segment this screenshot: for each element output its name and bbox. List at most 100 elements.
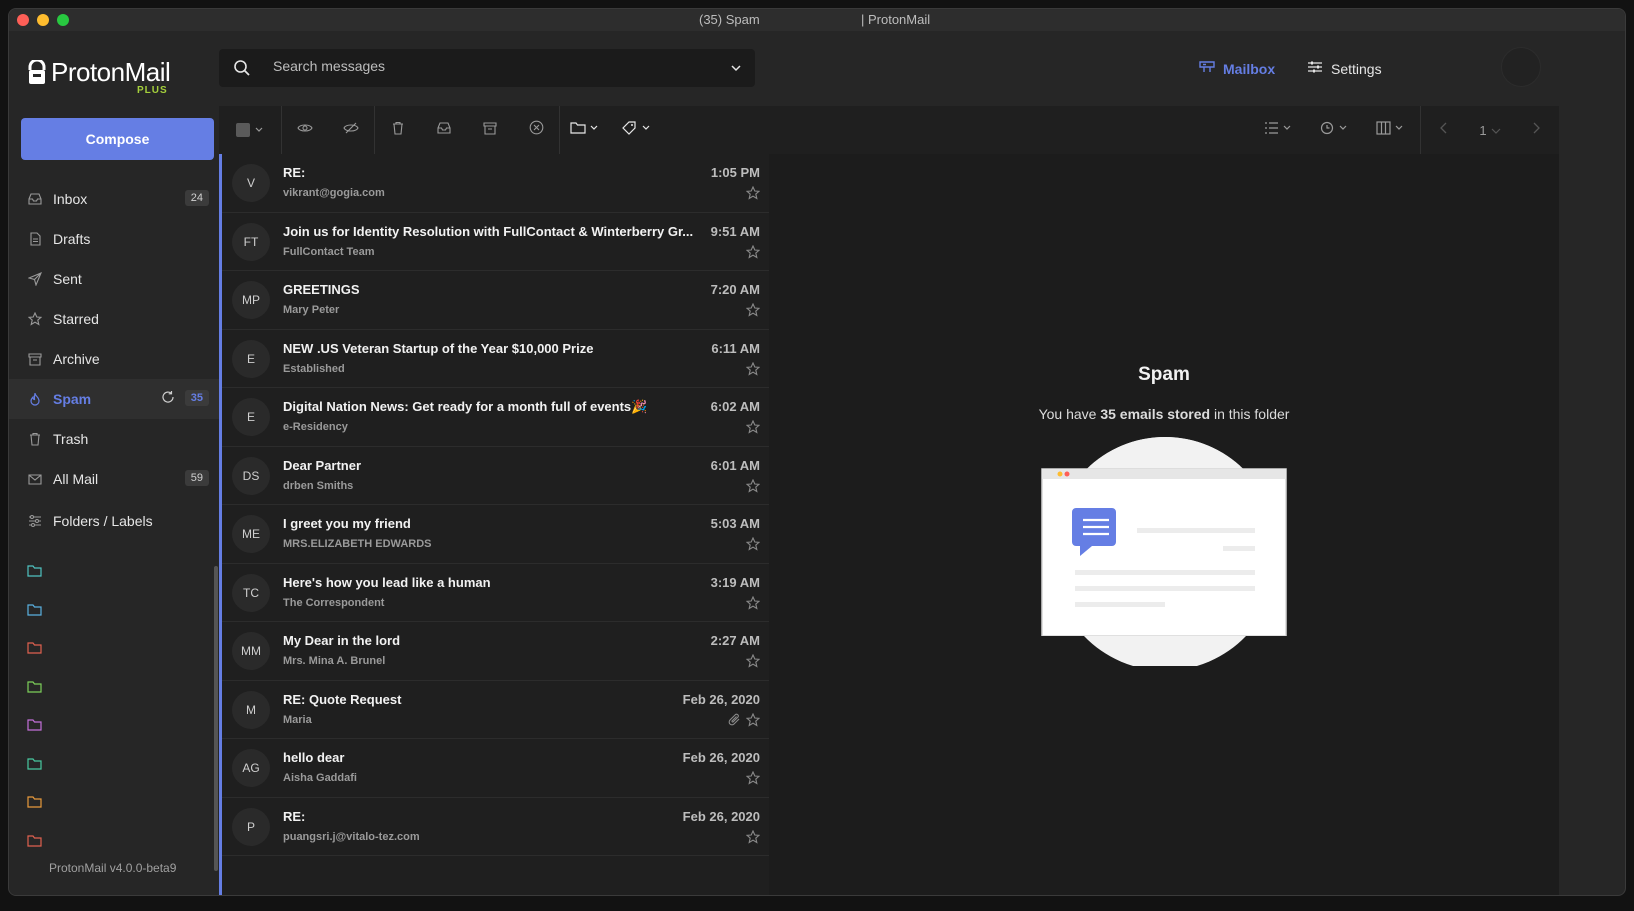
sidebar-folder-item[interactable] — [27, 631, 42, 670]
message-row[interactable]: E NEW .US Veteran Startup of the Year $10… — [222, 330, 769, 388]
sidebar-item-spam[interactable]: Spam 35 — [9, 379, 227, 419]
message-row[interactable]: TC Here's how you lead like a human The Co… — [222, 564, 769, 622]
message-row[interactable]: AG hello dear Aisha Gaddafi Feb 26, 2020 — [222, 739, 769, 798]
sidebar-item-drafts[interactable]: Drafts — [9, 219, 227, 259]
sidebar-item-starred[interactable]: Starred — [9, 299, 227, 339]
message-sender: FullContact Team — [283, 245, 375, 258]
apply-label-dropdown[interactable] — [612, 106, 664, 154]
chevron-left-icon — [1439, 121, 1449, 139]
sender-avatar[interactable]: E — [232, 398, 270, 436]
archive-icon — [483, 121, 497, 140]
star-icon[interactable] — [745, 478, 761, 498]
sidebar-folder-item[interactable] — [27, 670, 42, 709]
star-icon[interactable] — [745, 419, 761, 439]
sidebar-item-trash[interactable]: Trash — [9, 419, 227, 459]
select-all-checkbox[interactable] — [219, 106, 281, 154]
message-row[interactable]: V RE: vikrant@gogia.com 1:05 PM — [222, 154, 769, 213]
sender-avatar[interactable]: ME — [232, 515, 270, 553]
star-icon[interactable] — [745, 829, 761, 849]
star-icon[interactable] — [745, 185, 761, 205]
search-icon[interactable] — [233, 59, 251, 82]
sidebar-item-sent[interactable]: Sent — [9, 259, 227, 299]
star-icon[interactable] — [745, 244, 761, 264]
page-select-dropdown[interactable]: 1 — [1467, 106, 1513, 154]
message-row[interactable]: MM My Dear in the lord Mrs. Mina A. Brunel… — [222, 622, 769, 681]
sort-dropdown[interactable] — [1308, 106, 1364, 154]
desc-suffix: in this folder — [1210, 406, 1290, 422]
message-row[interactable]: M RE: Quote Request Maria Feb 26, 2020 — [222, 681, 769, 739]
filter-dropdown[interactable] — [1252, 106, 1308, 154]
message-row[interactable]: ME I greet you my friend MRS.ELIZABETH EDW… — [222, 505, 769, 564]
star-icon[interactable] — [745, 770, 761, 790]
move-to-inbox-button[interactable] — [421, 106, 467, 154]
refresh-icon[interactable] — [161, 390, 175, 407]
message-subject: Digital Nation News: Get ready for a mon… — [283, 399, 648, 414]
drafts-icon — [27, 231, 43, 247]
sidebar-item-label: Trash — [53, 431, 89, 447]
layout-dropdown[interactable] — [1364, 106, 1420, 154]
settings-tab[interactable]: Settings — [1307, 60, 1382, 77]
star-icon[interactable] — [745, 712, 761, 732]
search-input[interactable] — [273, 58, 713, 74]
star-icon[interactable] — [745, 302, 761, 322]
star-icon[interactable] — [745, 361, 761, 381]
message-time: 3:19 AM — [710, 574, 760, 590]
sender-avatar[interactable]: MM — [232, 632, 270, 670]
message-row[interactable]: E Digital Nation News: Get ready for a mo… — [222, 388, 769, 447]
message-row[interactable]: DS Dear Partner drben Smiths 6:01 AM — [222, 447, 769, 505]
delete-permanently-button[interactable] — [513, 106, 559, 154]
message-row[interactable]: P RE: puangsri.j@vitalo-tez.com Feb 26, 202… — [222, 798, 769, 856]
move-to-folder-dropdown[interactable] — [560, 106, 612, 154]
sidebar-folder-item[interactable] — [27, 593, 42, 632]
sender-avatar[interactable]: MP — [232, 281, 270, 319]
move-to-trash-button[interactable] — [375, 106, 421, 154]
sidebar-item-inbox[interactable]: Inbox 24 — [9, 179, 227, 219]
search-bar[interactable] — [219, 49, 755, 87]
star-icon[interactable] — [745, 536, 761, 556]
sender-avatar[interactable]: E — [232, 339, 270, 378]
user-avatar[interactable] — [1501, 47, 1541, 87]
sidebar-scrollbar[interactable] — [214, 566, 218, 871]
message-time: 2:27 AM — [710, 633, 760, 648]
folders-labels-link[interactable]: Folders / Labels — [27, 513, 153, 529]
sender-avatar[interactable]: V — [232, 164, 270, 202]
spam-icon — [27, 391, 43, 407]
sidebar-folder-item[interactable] — [27, 554, 42, 593]
move-to-archive-button[interactable] — [467, 106, 513, 154]
next-page-button[interactable] — [1513, 106, 1559, 154]
protonmail-logo[interactable]: ProtonMail — [27, 57, 171, 88]
chevron-down-icon[interactable] — [729, 61, 743, 80]
sender-avatar[interactable]: FT — [232, 222, 270, 261]
sidebar-item-all-mail[interactable]: All Mail 59 — [9, 459, 227, 499]
sidebar-folder-item[interactable] — [27, 824, 42, 863]
star-icon[interactable] — [745, 595, 761, 615]
desktop-background: (35) Spam | ProtonMail ProtonMail PLUS C… — [0, 0, 1634, 911]
message-row[interactable]: FT Join us for Identity Resolution with F… — [222, 213, 769, 271]
previous-page-button[interactable] — [1421, 106, 1467, 154]
sender-avatar[interactable]: DS — [232, 456, 270, 495]
sidebar-item-label: Sent — [53, 271, 82, 287]
all-mail-icon — [27, 471, 43, 487]
folder-icon — [27, 757, 42, 775]
clock-sort-icon — [1320, 121, 1352, 140]
mailbox-tab[interactable]: Mailbox — [1199, 60, 1275, 77]
desc-prefix: You have — [1038, 406, 1101, 422]
sender-avatar[interactable]: M — [232, 690, 270, 729]
sidebar-folder-item[interactable] — [27, 747, 42, 786]
mark-read-button[interactable] — [282, 106, 328, 154]
sidebar-folder-item[interactable] — [27, 785, 42, 824]
sender-avatar[interactable]: AG — [232, 749, 270, 787]
minimize-window-button[interactable] — [37, 14, 49, 26]
sender-avatar[interactable]: P — [232, 807, 270, 846]
toolbar-right: 1 — [1252, 106, 1559, 154]
sidebar-folder-item[interactable] — [27, 708, 42, 747]
maximize-window-button[interactable] — [57, 14, 69, 26]
mark-unread-button[interactable] — [328, 106, 374, 154]
sidebar-item-archive[interactable]: Archive — [9, 339, 227, 379]
star-icon[interactable] — [745, 653, 761, 673]
message-row[interactable]: MP GREETINGS Mary Peter 7:20 AM — [222, 271, 769, 330]
sender-avatar[interactable]: TC — [232, 573, 270, 612]
close-window-button[interactable] — [17, 14, 29, 26]
compose-button[interactable]: Compose — [21, 118, 214, 160]
mailbox-icon — [1199, 60, 1215, 77]
